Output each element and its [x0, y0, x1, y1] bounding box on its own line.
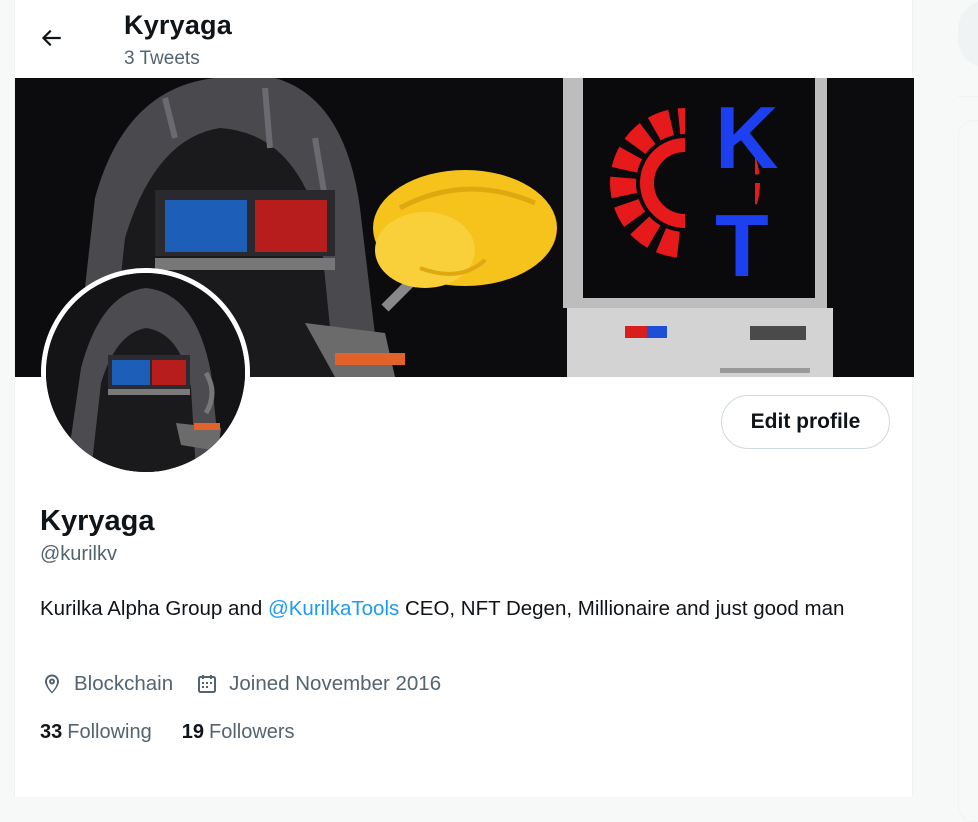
- header-tweet-count: 3 Tweets: [124, 48, 200, 69]
- following-link[interactable]: 33 Following: [40, 721, 152, 744]
- profile-bio: Kurilka Alpha Group and @KurilkaTools CE…: [40, 594, 890, 624]
- header-title: Kyryaga: [124, 10, 232, 40]
- right-divider: [958, 96, 978, 97]
- back-button[interactable]: [31, 18, 71, 58]
- banner-logo-k: K: [715, 88, 779, 187]
- following-count: 33: [40, 721, 63, 743]
- location-pin-icon: [40, 672, 64, 696]
- followers-label: Followers: [208, 721, 295, 743]
- following-label: Following: [67, 721, 152, 743]
- profile-header-bar: Kyryaga 3 Tweets: [15, 0, 912, 78]
- bio-text-start: Kurilka Alpha Group and: [40, 597, 268, 620]
- joined-text: Joined November 2016: [229, 672, 442, 695]
- avatar-image: [46, 273, 245, 472]
- followers-count: 19: [181, 721, 204, 743]
- right-search-bar[interactable]: [958, 0, 978, 68]
- profile-handle: @kurilkv: [40, 543, 117, 565]
- joined-item: Joined November 2016: [195, 672, 441, 696]
- edit-profile-button[interactable]: Edit profile: [721, 395, 890, 449]
- profile-meta: Blockchain Joined November 2016: [40, 672, 463, 696]
- location-item: Blockchain: [40, 672, 173, 696]
- calendar-icon: [195, 672, 219, 696]
- location-text: Blockchain: [74, 672, 174, 695]
- bio-text-end: CEO, NFT Degen, Millionaire and just goo…: [399, 597, 845, 620]
- back-arrow-icon: [41, 29, 61, 47]
- right-sidebar-card: [958, 120, 978, 822]
- banner-logo-t: T: [715, 196, 769, 295]
- bio-mention-link[interactable]: @KurilkaTools: [268, 597, 399, 620]
- profile-stats: 33 Following 19 Followers: [40, 721, 325, 744]
- profile-column: Kyryaga 3 Tweets K T Edit profile Kyryag…: [14, 0, 914, 797]
- avatar[interactable]: [41, 268, 250, 477]
- profile-name: Kyryaga: [40, 505, 155, 537]
- followers-link[interactable]: 19 Followers: [182, 721, 295, 744]
